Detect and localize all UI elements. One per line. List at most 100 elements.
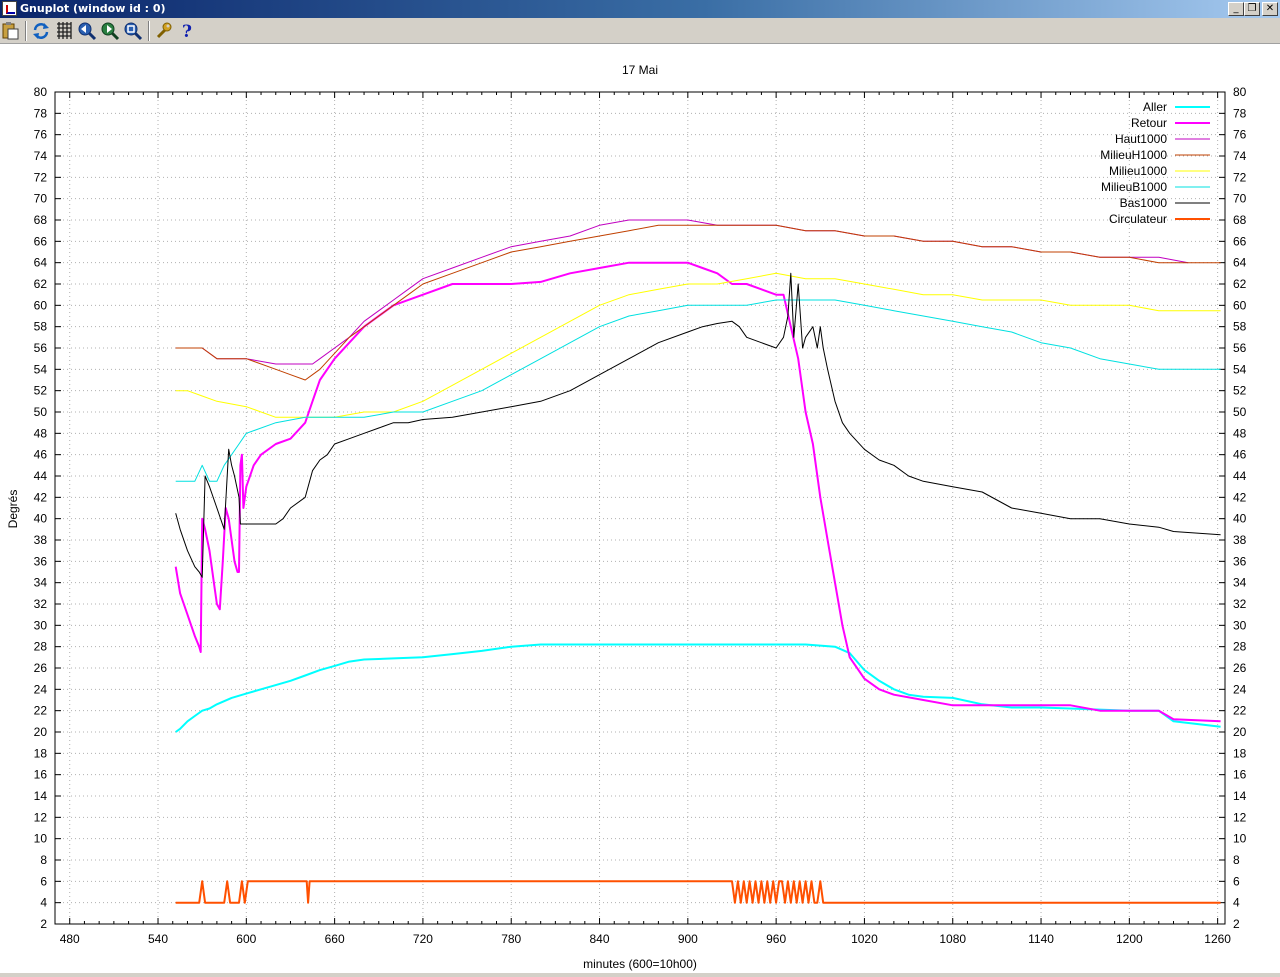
x-tick-label: 780	[501, 932, 521, 946]
replot-icon[interactable]	[31, 21, 51, 41]
y2-tick-label: 74	[1233, 149, 1247, 163]
y2-tick-label: 12	[1233, 810, 1247, 824]
x-tick-label: 900	[678, 932, 698, 946]
y-tick-label: 10	[34, 832, 48, 846]
options-wrench-icon[interactable]	[154, 21, 174, 41]
y-tick-label: 48	[34, 426, 48, 440]
legend-label-haut1000: Haut1000	[1115, 132, 1167, 146]
x-tick-label: 1020	[851, 932, 878, 946]
y-tick-label: 66	[34, 234, 48, 248]
minimize-button[interactable]: _	[1228, 2, 1244, 16]
x-tick-label: 840	[590, 932, 610, 946]
series-line-circulateur	[175, 880, 1221, 904]
y-tick-label: 18	[34, 746, 48, 760]
y2-tick-label: 32	[1233, 597, 1247, 611]
y-tick-label: 58	[34, 320, 48, 334]
zoom-next-icon[interactable]	[100, 21, 120, 41]
y2-tick-label: 24	[1233, 682, 1247, 696]
y-tick-label: 50	[34, 405, 48, 419]
toolbar: ?	[0, 18, 1280, 44]
zoom-previous-icon[interactable]	[77, 21, 97, 41]
y2-tick-label: 26	[1233, 661, 1247, 675]
x-tick-label: 660	[325, 932, 345, 946]
y2-tick-label: 42	[1233, 490, 1247, 504]
y2-tick-label: 64	[1233, 256, 1247, 270]
series-line-retour	[174, 261, 1221, 723]
legend: Aller Retour Haut1000 MilieuH1000 Milieu1000…	[1100, 100, 1210, 226]
close-button[interactable]: ✕	[1262, 2, 1278, 16]
y2-tick-label: 30	[1233, 618, 1247, 632]
series-line-milieuh1000	[175, 224, 1221, 381]
y2-tick-label: 62	[1233, 277, 1247, 291]
y2-tick-label: 14	[1233, 789, 1247, 803]
y-tick-label: 42	[34, 490, 48, 504]
y-tick-label: 20	[34, 725, 48, 739]
y2-tick-label: 60	[1233, 298, 1247, 312]
y2-tick-label: 76	[1233, 128, 1247, 142]
restore-button[interactable]: ❐	[1244, 2, 1260, 16]
x-tick-label: 540	[148, 932, 168, 946]
y2-tick-label: 80	[1233, 85, 1247, 99]
y-tick-label: 54	[34, 362, 48, 376]
toggle-grid-icon[interactable]	[54, 21, 74, 41]
y-tick-label: 24	[34, 682, 48, 696]
x-tick-label: 600	[236, 932, 256, 946]
x-tick-label: 1140	[1028, 932, 1054, 946]
gnuplot-app-icon	[2, 1, 17, 16]
y2-tick-label: 22	[1233, 704, 1247, 718]
legend-label-retour: Retour	[1131, 116, 1167, 130]
y2-tick-label: 54	[1233, 362, 1247, 376]
unzoom-icon[interactable]	[123, 21, 143, 41]
y-tick-label: 72	[34, 170, 48, 184]
y-tick-label: 40	[34, 512, 48, 526]
y-tick-label: 36	[34, 554, 48, 568]
legend-label-milieub1000: MilieuB1000	[1101, 180, 1167, 194]
y-tick-label: 32	[34, 597, 48, 611]
y2-tick-label: 48	[1233, 426, 1247, 440]
y-tick-label: 56	[34, 341, 48, 355]
chart-title: 17 Mai	[622, 63, 658, 77]
plot-border	[54, 91, 1226, 925]
y-tick-label: 26	[34, 661, 48, 675]
y2-tick-label: 40	[1233, 512, 1247, 526]
plot-canvas[interactable]: 2 24 46 68 810 1012 1214 1416 1618 1820 2022 2224 24…	[0, 44, 1280, 973]
y2-tick-label: 50	[1233, 405, 1247, 419]
legend-label-circulateur: Circulateur	[1109, 212, 1167, 226]
y2-tick-label: 38	[1233, 533, 1247, 547]
copy-to-clipboard-icon[interactable]	[1, 21, 21, 41]
help-icon[interactable]: ?	[177, 21, 197, 41]
y-tick-label: 80	[34, 85, 48, 99]
status-bar	[0, 973, 1280, 977]
svg-text:?: ?	[182, 22, 192, 41]
y-axis-label: Degrés	[6, 490, 20, 529]
y2-tick-label: 4	[1233, 896, 1240, 910]
x-tick-label: 1200	[1116, 932, 1143, 946]
legend-label-milieuh1000: MilieuH1000	[1100, 148, 1167, 162]
y2-tick-label: 58	[1233, 320, 1247, 334]
window-titlebar[interactable]: Gnuplot (window id : 0) _ ❐ ✕	[0, 0, 1280, 18]
y-tick-label: 68	[34, 213, 48, 227]
y2-tick-label: 44	[1233, 469, 1247, 483]
y-tick-label: 28	[34, 640, 48, 654]
y-tick-label: 14	[34, 789, 48, 803]
y-tick-label: 70	[34, 192, 48, 206]
y2-tick-label: 6	[1233, 874, 1240, 888]
y2-tick-label: 8	[1233, 853, 1240, 867]
grid-lines	[55, 92, 1225, 924]
y-tick-label: 34	[34, 576, 48, 590]
window-title: Gnuplot (window id : 0)	[20, 2, 166, 15]
y2-tick-label: 18	[1233, 746, 1247, 760]
legend-label-milieu1000: Milieu1000	[1109, 164, 1167, 178]
y2-tick-label: 70	[1233, 192, 1247, 206]
y2-tick-label: 36	[1233, 554, 1247, 568]
y-tick-label: 4	[40, 896, 47, 910]
y-tick-label: 22	[34, 704, 48, 718]
y2-tick-label: 46	[1233, 448, 1247, 462]
y-tick-label: 38	[34, 533, 48, 547]
y-tick-label: 16	[34, 768, 48, 782]
x-tick-label: 480	[60, 932, 80, 946]
series-line-bas1000	[175, 272, 1221, 578]
x-tick-label: 1260	[1204, 932, 1231, 946]
y-tick-label: 12	[34, 810, 48, 824]
x-axis-label: minutes (600=10h00)	[583, 957, 697, 971]
